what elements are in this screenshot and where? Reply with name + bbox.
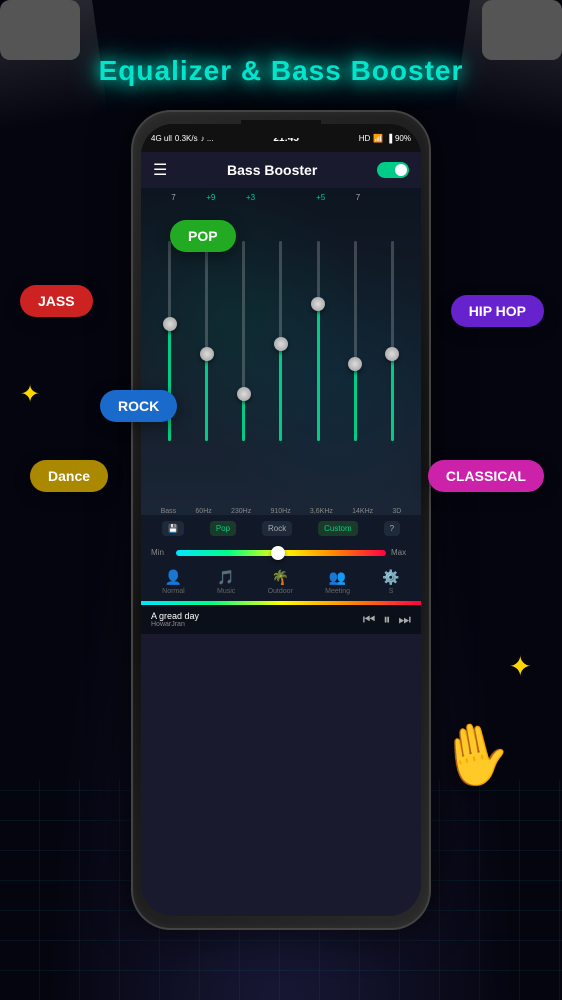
slider-thumb-5[interactable] [348,357,362,371]
slider-line-4 [317,241,320,441]
prev-button[interactable]: ⏮ [363,611,376,628]
speed-indicator: 0.3K/s [175,134,198,143]
meeting-icon: 👥 [329,569,346,586]
bass-track[interactable] [176,550,386,556]
player-controls: ⏮ ⏸ ⏭ [363,611,411,628]
phone-notch [241,120,321,138]
preset-row: 💾 Pop Rock Custom ? [141,515,421,542]
nav-extra[interactable]: ⚙️ S [382,569,399,595]
status-right: HD 📶 ▐ 90% [359,134,411,143]
extra-icon: ⚙️ [382,569,399,586]
sparkle-left: ✦ [20,380,40,409]
spotlight-head-right [482,0,562,60]
genre-jass[interactable]: JASS [20,285,93,317]
slider-fill-3 [279,341,282,441]
slider-line-1 [205,241,208,441]
battery-pct: ▐ [386,134,392,143]
freq-60hz: 60Hz [195,508,211,515]
normal-icon: 👤 [165,569,182,586]
freq-bass: Bass [161,508,177,515]
hd-badge: HD [359,134,371,143]
freq-14khz: 14KHz [352,508,373,515]
slider-line-5 [354,241,357,441]
bass-min-label: Min [151,548,171,557]
music-icon: 🎵 [217,569,234,586]
genre-dance[interactable]: Dance [30,460,108,492]
slider-230hz[interactable] [242,221,245,481]
power-toggle[interactable] [377,162,409,178]
header-title: Bass Booster [227,162,317,178]
meeting-label: Meeting [325,588,350,595]
outdoor-icon: 🌴 [272,569,289,586]
slider-fill-1 [205,351,208,441]
slider-fill-6 [391,351,394,441]
extra-label: S [389,588,394,595]
slider-thumb-4[interactable] [311,297,325,311]
slider-fill-5 [354,361,357,441]
hamburger-menu[interactable]: ☰ [153,160,167,180]
song-artist: HowarJran [151,621,199,628]
sparkle-right: ✦ [509,650,532,683]
status-left: 4G ull 0.3K/s ♪ ... [151,134,213,143]
slider-thumb-1[interactable] [200,347,214,361]
slider-60hz[interactable] [205,221,208,481]
nav-meeting[interactable]: 👥 Meeting [325,569,350,595]
slider-thumb-0[interactable] [163,317,177,331]
genre-classical[interactable]: CLASSICAL [428,460,544,492]
normal-label: Normal [162,588,185,595]
slider-thumb-2[interactable] [237,387,251,401]
bass-thumb[interactable] [271,546,285,560]
freq-230hz: 230Hz [231,508,251,515]
genre-pop[interactable]: POP [170,220,236,252]
song-info: A gread day HowarJran [151,611,199,628]
song-title: A gread day [151,611,199,621]
freq-910hz: 910Hz [270,508,290,515]
slider-thumb-3[interactable] [274,337,288,351]
slider-fill-0 [168,321,171,441]
slider-line-3 [279,241,282,441]
bottom-nav: 👤 Normal 🎵 Music 🌴 Outdoor 👥 Meeting ⚙️ [141,563,421,601]
slider-3d[interactable] [391,221,394,481]
frequency-labels: Bass 60Hz 230Hz 910Hz 3,6KHz 14KHz 3D [141,508,421,515]
nav-normal[interactable]: 👤 Normal [162,569,185,595]
music-label: Music [217,588,235,595]
slider-910hz[interactable] [279,221,282,481]
preset-save[interactable]: 💾 [162,521,184,536]
preset-help[interactable]: ? [384,521,400,536]
slider-3-6khz[interactable] [317,221,320,481]
spotlight-head-left [0,0,80,60]
genre-hiphop[interactable]: HIP HOP [451,295,544,327]
next-button[interactable]: ⏭ [398,611,411,628]
player-bar: A gread day HowarJran ⏮ ⏸ ⏭ [141,605,421,634]
genre-rock[interactable]: ROCK [100,390,177,422]
outdoor-label: Outdoor [268,588,293,595]
app-header: ☰ Bass Booster [141,152,421,188]
nav-outdoor[interactable]: 🌴 Outdoor [268,569,293,595]
slider-fill-4 [317,301,320,441]
battery-level: 90% [395,134,411,143]
media-icons: ♪ ... [201,134,214,143]
freq-36khz: 3,6KHz [310,508,333,515]
bass-max-label: Max [391,548,411,557]
preset-rock[interactable]: Rock [262,521,292,536]
app-title: Equalizer & Bass Booster [0,55,562,87]
slider-14khz[interactable] [354,221,357,481]
slider-line-6 [391,241,394,441]
hand-cursor-icon: 🤚 [432,713,518,796]
bass-row: Min Max [141,542,421,563]
signal-icon: 4G ull [151,134,172,143]
nav-music[interactable]: 🎵 Music [217,569,235,595]
wifi-icon: 📶 [373,134,383,143]
preset-pop[interactable]: Pop [210,521,236,536]
preset-custom[interactable]: Custom [318,521,358,536]
pause-button[interactable]: ⏸ [383,611,390,628]
slider-line-2 [242,241,245,441]
freq-3d: 3D [392,508,401,515]
slider-thumb-6[interactable] [385,347,399,361]
slider-bass[interactable] [168,221,171,481]
